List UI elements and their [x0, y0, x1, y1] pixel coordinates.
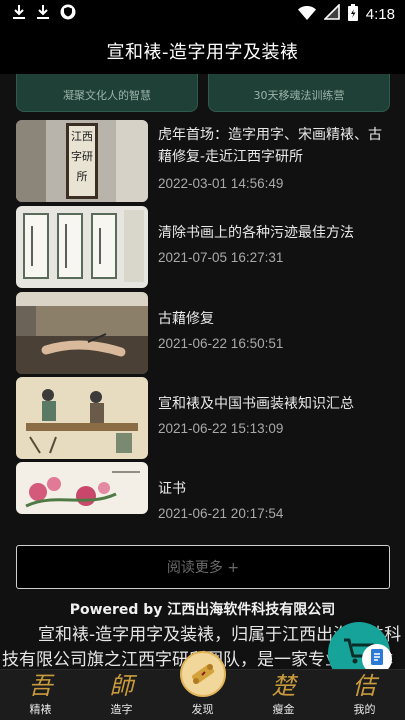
- article-title: 宣和裱及中国书画装裱知识汇总: [158, 396, 354, 412]
- bottom-nav: 吾 精裱 師 造字 发现 楚 瘦金 佶 我的: [0, 651, 405, 720]
- powered-by-text: Powered by 江西出海软件科技有限公司: [69, 602, 336, 618]
- content-scroll[interactable]: 凝聚文化人的智慧 30天移魂法训练营 江西 字研 所 虎年首场：造字用字、宋画精…: [0, 74, 405, 669]
- read-more-button[interactable]: 阅读更多 +: [16, 545, 390, 589]
- banner-card[interactable]: 30天移魂法训练营: [208, 74, 390, 112]
- battery-icon: [347, 3, 358, 25]
- shi-calligraphy-icon: 師: [109, 672, 134, 700]
- article-item[interactable]: 江西 字研 所 虎年首场：造字用字、宋画精裱、古藉修复-走近江西字研所 2022…: [16, 120, 390, 202]
- download-icon: [12, 4, 26, 24]
- article-date: 2021-06-22 16:50:51: [158, 336, 284, 351]
- article-item[interactable]: 宣和裱及中国书画装裱知识汇总 2021-06-22 15:13:09: [16, 377, 390, 459]
- shield-icon: [60, 4, 76, 24]
- wifi-icon: [297, 5, 316, 24]
- nav-item-shoujin[interactable]: 楚 瘦金: [243, 670, 324, 720]
- read-more-label: 阅读更多 +: [166, 560, 240, 576]
- nav-label: 精裱: [29, 703, 52, 716]
- chu-calligraphy-icon: 楚: [271, 672, 296, 700]
- article-thumbnail: [16, 462, 148, 514]
- scroll-icon: [179, 651, 226, 697]
- download-icon: [36, 4, 50, 24]
- status-bar: 4:18: [0, 0, 405, 28]
- article-title: 清除书画上的各种污迹最佳方法: [158, 225, 354, 241]
- nav-label: 我的: [353, 703, 376, 716]
- article-date: 2021-06-22 15:13:09: [158, 421, 284, 436]
- nav-label: 发现: [191, 703, 214, 716]
- wu-calligraphy-icon: 吾: [28, 672, 53, 700]
- nav-label: 造字: [110, 703, 133, 716]
- nav-item-jingbiao[interactable]: 吾 精裱: [0, 670, 81, 720]
- article-thumbnail: [16, 377, 148, 459]
- article-item[interactable]: 证书 2021-06-21 20:17:54: [16, 462, 390, 544]
- article-title: 证书: [158, 481, 186, 497]
- article-date: 2021-06-21 20:17:54: [158, 506, 284, 521]
- article-title: 虎年首场：造字用字、宋画精裱、古藉修复-走近江西字研所: [158, 127, 382, 165]
- svg-text:字研: 字研: [71, 149, 93, 163]
- nav-item-mine[interactable]: 佶 我的: [324, 670, 405, 720]
- article-date: 2022-03-01 14:56:49: [158, 176, 284, 191]
- signal-icon: [322, 3, 340, 24]
- page-title: 宣和裱-造字用字及装裱: [106, 42, 299, 63]
- document-badge[interactable]: [362, 644, 392, 669]
- nav-label: 瘦金: [272, 703, 295, 716]
- svg-text:所: 所: [77, 170, 88, 183]
- banner-caption: 30天移魂法训练营: [253, 89, 345, 102]
- banner-row: 凝聚文化人的智慧 30天移魂法训练营: [0, 74, 405, 114]
- ji-calligraphy-icon: 佶: [352, 672, 377, 700]
- article-thumbnail: [16, 206, 148, 288]
- article-date: 2021-07-05 16:27:31: [158, 250, 284, 265]
- banner-card[interactable]: 凝聚文化人的智慧: [16, 74, 198, 112]
- banner-caption: 凝聚文化人的智慧: [63, 89, 151, 102]
- nav-item-faxian[interactable]: 发现: [162, 651, 243, 720]
- article-thumbnail: [16, 292, 148, 374]
- article-item[interactable]: 古藉修复 2021-06-22 16:50:51: [16, 292, 390, 374]
- svg-text:江西: 江西: [71, 130, 93, 143]
- article-thumbnail: 江西 字研 所: [16, 120, 148, 202]
- article-item[interactable]: 清除书画上的各种污迹最佳方法 2021-07-05 16:27:31: [16, 206, 390, 288]
- nav-item-zaozi[interactable]: 師 造字: [81, 670, 162, 720]
- document-icon: [369, 648, 385, 669]
- status-time: 4:18: [365, 5, 395, 23]
- article-title: 古藉修复: [158, 311, 214, 327]
- app-header: 宣和裱-造字用字及装裱: [0, 28, 405, 74]
